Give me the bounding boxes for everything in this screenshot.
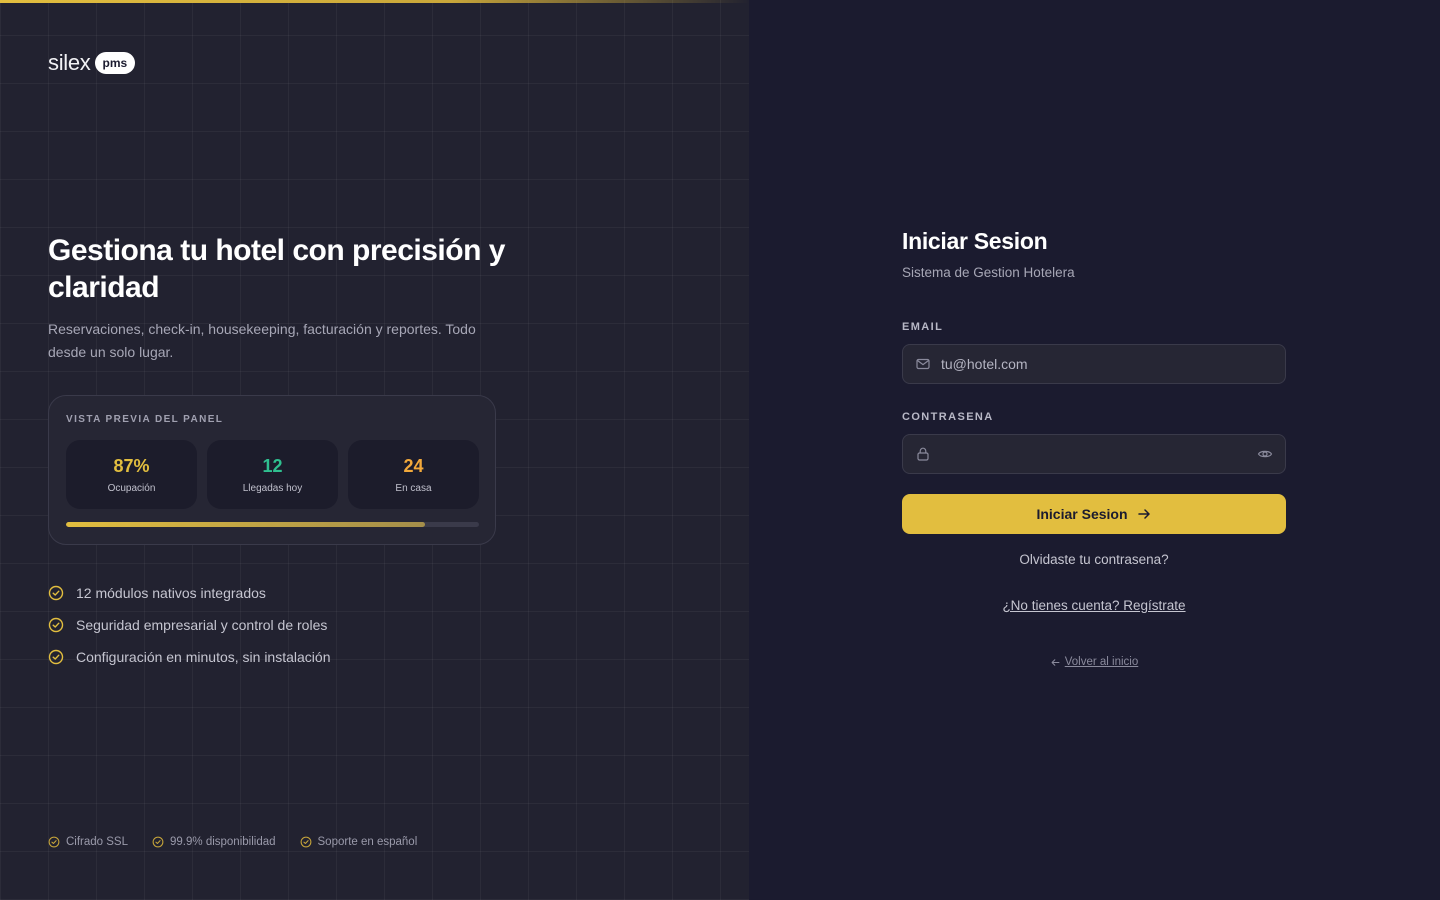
login-button[interactable]: Iniciar Sesion bbox=[902, 494, 1286, 534]
feature-text: 12 módulos nativos integrados bbox=[76, 585, 266, 601]
email-input[interactable] bbox=[941, 356, 1273, 372]
occupancy-progress-bar bbox=[66, 522, 479, 527]
check-circle-icon bbox=[48, 836, 60, 848]
stat-card-occupancy: 87% Ocupación bbox=[66, 440, 197, 509]
brand-badge: pms bbox=[94, 52, 136, 74]
lock-icon bbox=[915, 446, 931, 462]
stat-card-in-house: 24 En casa bbox=[348, 440, 479, 509]
hero-subtitle: Reservaciones, check-in, housekeeping, f… bbox=[48, 321, 476, 360]
stats-row: 87% Ocupación 12 Llegadas hoy 24 En casa bbox=[66, 440, 479, 509]
check-circle-icon bbox=[48, 585, 64, 601]
login-panel: Iniciar Sesion Sistema de Gestion Hotele… bbox=[749, 0, 1440, 900]
stat-label: Ocupación bbox=[107, 482, 156, 494]
login-form: Iniciar Sesion Sistema de Gestion Hotele… bbox=[902, 228, 1286, 668]
panel-label: VISTA PREVIA DEL PANEL bbox=[66, 414, 224, 425]
trust-badge: 99.9% disponibilidad bbox=[152, 836, 276, 848]
login-button-label: Iniciar Sesion bbox=[1036, 506, 1128, 522]
back-home-label: Volver al inicio bbox=[1064, 656, 1139, 668]
brand-name: silex bbox=[48, 50, 91, 75]
feature-list: 12 módulos nativos integrados Seguridad … bbox=[48, 577, 330, 673]
feature-item: 12 módulos nativos integrados bbox=[48, 577, 330, 609]
stat-label: Llegadas hoy bbox=[242, 482, 303, 494]
email-label: EMAIL bbox=[902, 321, 944, 333]
arrow-right-icon bbox=[1136, 506, 1152, 522]
mail-icon bbox=[915, 356, 931, 372]
login-subtitle: Sistema de Gestion Hotelera bbox=[902, 265, 1075, 280]
feature-item: Configuración en minutos, sin instalació… bbox=[48, 641, 330, 673]
hero-title: Gestiona tu hotel con precisión y clarid… bbox=[48, 234, 505, 304]
password-input[interactable] bbox=[941, 446, 1247, 462]
password-field-wrapper[interactable] bbox=[902, 434, 1286, 474]
dashboard-preview: VISTA PREVIA DEL PANEL 87% Ocupación 12 … bbox=[48, 395, 496, 545]
check-circle-icon bbox=[48, 617, 64, 633]
email-field-wrapper[interactable] bbox=[902, 344, 1286, 384]
eye-icon[interactable] bbox=[1257, 446, 1273, 462]
stat-value: 87% bbox=[113, 455, 150, 476]
arrow-left-icon bbox=[1050, 657, 1061, 668]
trust-badges: Cifrado SSL 99.9% disponibilidad Soporte… bbox=[48, 836, 417, 848]
progress-fill bbox=[66, 522, 426, 527]
trust-badge-text: Cifrado SSL bbox=[66, 836, 129, 848]
check-circle-icon bbox=[152, 836, 164, 848]
accent-line bbox=[0, 0, 749, 3]
password-label: CONTRASENA bbox=[902, 411, 994, 423]
brand-logo: silex pms bbox=[48, 50, 136, 76]
login-title: Iniciar Sesion bbox=[902, 228, 1048, 254]
back-home-link[interactable]: Volver al inicio bbox=[902, 656, 1286, 668]
check-circle-icon bbox=[300, 836, 312, 848]
hero-panel: silex pms Gestiona tu hotel con precisió… bbox=[0, 0, 749, 900]
trust-badge: Cifrado SSL bbox=[48, 836, 128, 848]
forgot-password-link[interactable]: Olvidaste tu contrasena? bbox=[902, 552, 1286, 567]
check-circle-icon bbox=[48, 649, 64, 665]
register-link[interactable]: ¿No tienes cuenta? Regístrate bbox=[902, 598, 1286, 613]
stat-label: En casa bbox=[395, 482, 432, 494]
feature-item: Seguridad empresarial y control de roles bbox=[48, 609, 330, 641]
stat-value: 12 bbox=[262, 455, 283, 476]
trust-badge-text: 99.9% disponibilidad bbox=[170, 836, 276, 848]
feature-text: Configuración en minutos, sin instalació… bbox=[76, 649, 331, 665]
feature-text: Seguridad empresarial y control de roles bbox=[76, 617, 328, 633]
stat-card-arrivals: 12 Llegadas hoy bbox=[207, 440, 338, 509]
trust-badge: Soporte en español bbox=[300, 836, 418, 848]
trust-badge-text: Soporte en español bbox=[317, 836, 418, 848]
stat-value: 24 bbox=[403, 455, 424, 476]
